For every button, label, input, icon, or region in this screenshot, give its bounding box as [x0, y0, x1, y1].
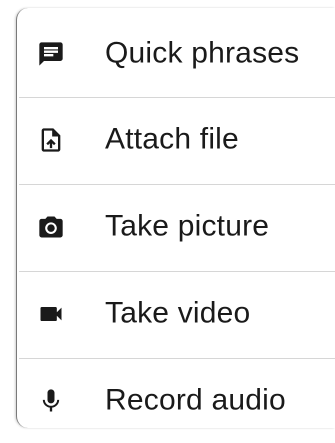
menu-item-record-audio[interactable]: Record audio — [17, 359, 335, 443]
videocam-icon — [37, 300, 65, 328]
menu-item-label: Take video — [105, 296, 251, 330]
camera-icon — [37, 213, 65, 241]
mic-icon — [37, 387, 65, 415]
menu-item-take-video[interactable]: Take video — [17, 272, 335, 356]
menu-item-label: Take picture — [105, 209, 270, 243]
message-icon — [37, 40, 65, 68]
attachment-menu: Quick phrases Attach file Take picture T… — [16, 8, 335, 428]
menu-item-label: Record audio — [105, 383, 286, 417]
menu-item-label: Attach file — [105, 122, 239, 156]
file-upload-icon — [37, 126, 65, 154]
menu-item-label: Quick phrases — [105, 36, 300, 70]
menu-item-quick-phrases[interactable]: Quick phrases — [17, 12, 335, 96]
menu-item-take-picture[interactable]: Take picture — [17, 185, 335, 269]
menu-item-attach-file[interactable]: Attach file — [17, 98, 335, 182]
